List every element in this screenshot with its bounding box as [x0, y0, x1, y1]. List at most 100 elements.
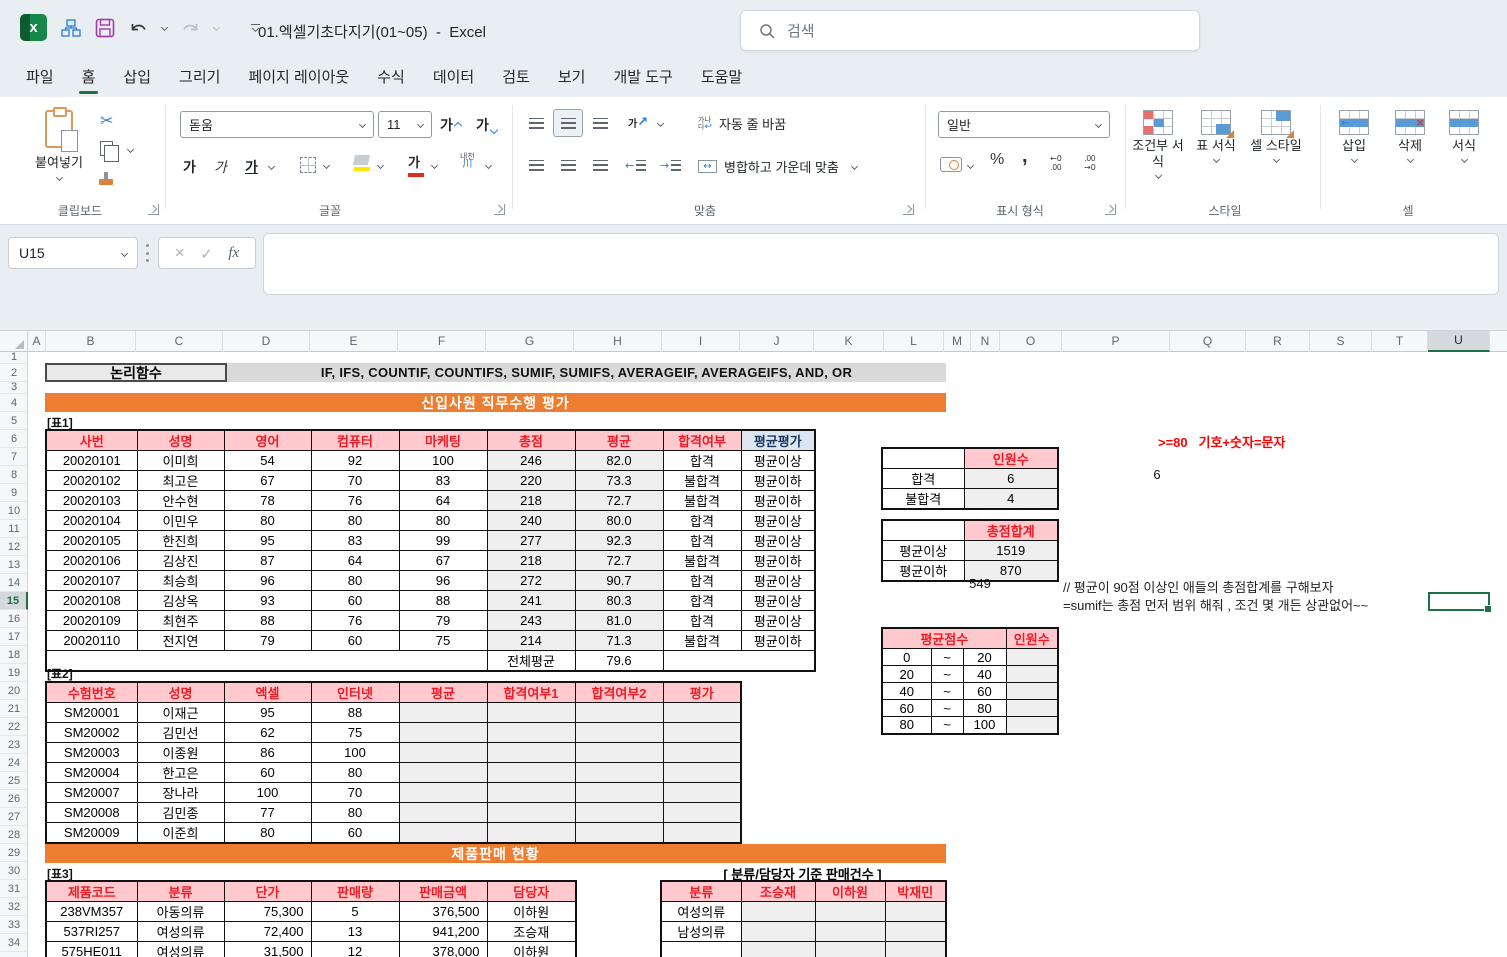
- cell[interactable]: 아동의류: [137, 902, 224, 922]
- cell[interactable]: 남성의류: [661, 922, 741, 942]
- cell[interactable]: [663, 723, 741, 743]
- cell[interactable]: 80: [399, 511, 487, 531]
- cell[interactable]: 60: [224, 763, 311, 783]
- cell[interactable]: 김민선: [137, 723, 224, 743]
- cell[interactable]: 20020106: [46, 551, 137, 571]
- ribbon-tab[interactable]: 페이지 레이아웃: [234, 60, 363, 97]
- cell[interactable]: 1519: [964, 541, 1058, 561]
- cell[interactable]: 6: [964, 469, 1058, 489]
- cell[interactable]: [575, 723, 663, 743]
- cell[interactable]: [399, 783, 487, 803]
- cut-button[interactable]: [100, 111, 113, 130]
- cell[interactable]: 0: [882, 649, 931, 666]
- cell[interactable]: 최현주: [137, 611, 224, 631]
- header-cell[interactable]: 엑셀: [224, 682, 311, 703]
- header-cell[interactable]: 단가: [224, 881, 311, 902]
- cell[interactable]: [399, 763, 487, 783]
- cell[interactable]: 20020107: [46, 571, 137, 591]
- cell[interactable]: 80: [963, 700, 1006, 717]
- cell[interactable]: [885, 902, 946, 922]
- section-title-cell[interactable]: 논리함수: [45, 363, 227, 382]
- function-list-cell[interactable]: IF, IFS, COUNTIF, COUNTIFS, SUMIF, SUMIF…: [227, 363, 946, 382]
- cell[interactable]: [741, 942, 815, 957]
- cell[interactable]: 95: [224, 531, 311, 551]
- align-top-button[interactable]: [521, 109, 551, 137]
- cell[interactable]: [663, 763, 741, 783]
- comment-line2[interactable]: =sumif는 총점 먼저 범위 해줘 , 조건 몇 개든 상관없어~~: [1063, 595, 1368, 614]
- cell[interactable]: 전지연: [137, 631, 224, 651]
- cell[interactable]: 20020110: [46, 631, 137, 651]
- italic-button[interactable]: [214, 157, 227, 177]
- cell[interactable]: [399, 723, 487, 743]
- cell[interactable]: 60: [311, 631, 399, 651]
- cell[interactable]: 이민우: [137, 511, 224, 531]
- header-cell[interactable]: [882, 448, 964, 469]
- cell[interactable]: [487, 763, 575, 783]
- cell[interactable]: 13: [311, 922, 399, 942]
- ribbon-tab[interactable]: 삽입: [109, 60, 165, 97]
- cell[interactable]: 12: [311, 942, 399, 957]
- align-middle-button[interactable]: [553, 109, 583, 137]
- cell[interactable]: 80: [311, 571, 399, 591]
- header-cell[interactable]: 판매량: [311, 881, 399, 902]
- cell[interactable]: 76: [311, 491, 399, 511]
- cell[interactable]: 5: [311, 902, 399, 922]
- decrease-indent-button[interactable]: ←: [625, 159, 646, 172]
- cell[interactable]: 31,500: [224, 942, 311, 957]
- cell[interactable]: 575HE011: [46, 942, 137, 957]
- cell[interactable]: 54: [224, 451, 311, 471]
- cancel-entry-icon[interactable]: [175, 243, 185, 263]
- cell[interactable]: 80: [224, 511, 311, 531]
- borders-dropdown-icon[interactable]: [323, 162, 330, 169]
- cell[interactable]: [487, 783, 575, 803]
- cell[interactable]: 합격: [663, 611, 741, 631]
- cell[interactable]: 20020101: [46, 451, 137, 471]
- header-cell[interactable]: [882, 520, 964, 541]
- cell[interactable]: 67: [224, 471, 311, 491]
- cell[interactable]: 합격: [663, 531, 741, 551]
- header-cell[interactable]: 판매금액: [399, 881, 487, 902]
- column-header[interactable]: Q: [1170, 331, 1246, 352]
- cell[interactable]: 평균이상: [882, 541, 964, 561]
- cell[interactable]: 한진희: [137, 531, 224, 551]
- header-cell[interactable]: 컴퓨터: [311, 430, 399, 451]
- cell[interactable]: 214: [487, 631, 575, 651]
- cell[interactable]: [487, 803, 575, 823]
- cell[interactable]: SM20003: [46, 743, 137, 763]
- cell[interactable]: 80.3: [575, 591, 663, 611]
- column-header[interactable]: H: [574, 331, 662, 352]
- insert-cells-button[interactable]: ← 삽입: [1326, 110, 1382, 162]
- cell[interactable]: 40: [882, 683, 931, 700]
- header-cell[interactable]: 총점합계: [964, 520, 1058, 541]
- header-cell[interactable]: 성명: [137, 682, 224, 703]
- cell[interactable]: 이미희: [137, 451, 224, 471]
- name-box[interactable]: U15: [8, 237, 138, 269]
- cell[interactable]: 86: [224, 743, 311, 763]
- confirm-entry-icon[interactable]: [200, 244, 213, 263]
- formula-input[interactable]: [263, 233, 1499, 295]
- cell[interactable]: 합격: [882, 469, 964, 489]
- cell[interactable]: 272: [487, 571, 575, 591]
- clipboard-dialog-launcher[interactable]: [148, 204, 159, 215]
- cell[interactable]: 75,300: [224, 902, 311, 922]
- format-painter-button[interactable]: [99, 179, 113, 185]
- cell[interactable]: 100: [963, 717, 1006, 734]
- cell[interactable]: 20020109: [46, 611, 137, 631]
- cell[interactable]: 20020103: [46, 491, 137, 511]
- insert-function-icon[interactable]: [228, 244, 239, 262]
- font-color-dropdown-icon[interactable]: [431, 162, 438, 169]
- header-cell[interactable]: 사번: [46, 430, 137, 451]
- cell[interactable]: 20020102: [46, 471, 137, 491]
- column-header[interactable]: R: [1246, 331, 1310, 352]
- format-as-table-button[interactable]: 표 서식: [1188, 110, 1244, 162]
- search-input[interactable]: 검색: [740, 10, 1200, 51]
- cell[interactable]: 79: [224, 631, 311, 651]
- column-header[interactable]: S: [1310, 331, 1372, 352]
- cell[interactable]: 72,400: [224, 922, 311, 942]
- merge-center-button[interactable]: 병합하고 가운데 맞춤: [698, 157, 857, 176]
- column-header[interactable]: [1490, 331, 1507, 352]
- undo-icon[interactable]: [129, 20, 148, 36]
- cell[interactable]: [575, 703, 663, 723]
- cell[interactable]: [399, 703, 487, 723]
- cell[interactable]: 79.6: [575, 651, 663, 672]
